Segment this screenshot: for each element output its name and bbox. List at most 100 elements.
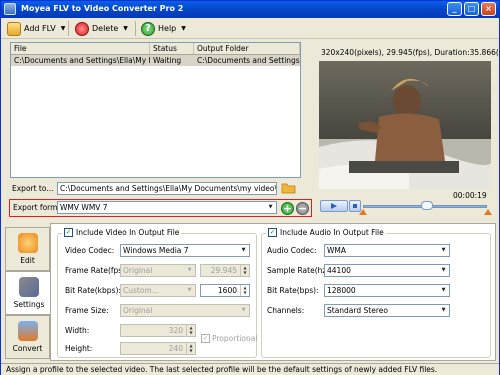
audio-settings-group: ✓ Include Audio In Output File Audio Cod… <box>261 228 491 358</box>
frame-rate-label: Frame Rate(fps): <box>65 266 128 275</box>
export-path-field[interactable]: C:\Documents and Settings\Ella\My Docume… <box>57 182 277 195</box>
app-window: Moyea FLV to Video Converter Pro 2 _ □ ×… <box>0 0 500 375</box>
tab-convert-label: Convert <box>12 344 43 353</box>
chevron-down-icon: ▼ <box>241 307 246 313</box>
frame-rate-mode-select: Original ▼ <box>120 264 196 277</box>
height-value: 240 <box>168 344 183 353</box>
toolbar: Add FLV ▼ Delete ▼ ? Help ▼ <box>1 18 499 39</box>
video-bitrate-mode-select: Custom... ▼ <box>120 284 196 297</box>
frame-rate-mode-value: Original <box>123 266 153 275</box>
video-bitrate-value: 1600 <box>217 286 237 295</box>
maximize-button[interactable]: □ <box>464 2 479 16</box>
width-value: 320 <box>168 326 183 335</box>
video-bitrate-mode-value: Custom... <box>123 286 159 295</box>
export-format-value: WMV WMV 7 <box>60 203 108 212</box>
status-bar: Assign a profile to the selected video. … <box>1 363 499 375</box>
channels-select[interactable]: Standard Stereo ▼ <box>324 304 450 317</box>
video-preview <box>319 61 491 189</box>
include-audio-checkbox[interactable]: ✓ <box>268 228 277 237</box>
help-label: Help <box>158 24 177 33</box>
include-video-toggle[interactable]: ✓ Include Video In Output File <box>62 228 182 237</box>
chevron-down-icon: ▼ <box>441 247 446 253</box>
audio-codec-value: WMA <box>327 246 347 255</box>
channels-label: Channels: <box>267 306 305 315</box>
close-button[interactable]: × <box>481 2 496 16</box>
add-flv-button[interactable]: Add FLV ▼ <box>7 20 65 37</box>
include-video-checkbox[interactable]: ✓ <box>64 228 73 237</box>
column-header-output-folder[interactable]: Output Folder <box>194 43 300 54</box>
sample-rate-label: Sample Rate(hz): <box>267 266 332 275</box>
video-bitrate-label: Bit Rate(kbps): <box>65 286 121 295</box>
chevron-down-icon: ▼ <box>441 287 446 293</box>
chevron-down-icon: ▼ <box>187 287 192 293</box>
video-codec-select[interactable]: Windows Media 7 ▼ <box>120 244 250 257</box>
file-cell: C:\Documents and Settings\Ella\My Doc... <box>14 56 150 65</box>
help-button[interactable]: ? Help ▼ <box>141 20 186 37</box>
width-field: 320 ▲ ▼ <box>120 324 196 337</box>
chevron-down-icon: ▼ <box>60 25 66 32</box>
toolbar-separator <box>68 21 69 36</box>
chevron-down-icon: ▼ <box>441 267 446 273</box>
chevron-down-icon: ▼ <box>441 307 446 313</box>
app-icon <box>4 3 16 15</box>
proportional-label: Proportional <box>212 334 258 343</box>
delete-icon <box>75 21 89 36</box>
chevron-down-icon: ▼ <box>241 247 246 253</box>
browse-folder-button[interactable] <box>281 181 297 195</box>
audio-codec-label: Audio Codec: <box>267 246 317 255</box>
height-label: Height: <box>65 344 93 353</box>
frame-size-select: Original ▼ <box>120 304 250 317</box>
settings-tools-icon <box>19 277 39 297</box>
tab-settings[interactable]: Settings <box>5 271 52 315</box>
audio-bitrate-value: 128000 <box>327 286 356 295</box>
video-bitrate-stepper[interactable]: 1600 ▲ ▼ <box>200 284 250 297</box>
column-header-file[interactable]: File <box>11 43 150 54</box>
frame-rate-value: 29.945 <box>210 266 237 275</box>
chevron-down-icon: ▼ <box>181 25 186 32</box>
frame-rate-value-field: 29.945 ▲ ▼ <box>200 264 250 277</box>
height-field: 240 ▲ ▼ <box>120 342 196 355</box>
video-info-text: 320x240(pixels), 29.945(fps), Duration:3… <box>321 47 500 57</box>
sample-rate-select[interactable]: 44100 ▼ <box>324 264 450 277</box>
spinner-icon[interactable]: ▲ ▼ <box>240 285 249 296</box>
status-cell: Waiting <box>153 56 182 65</box>
frame-size-value: Original <box>123 306 153 315</box>
include-audio-toggle[interactable]: ✓ Include Audio In Output File <box>266 228 386 237</box>
play-icon <box>331 203 337 209</box>
export-to-label: Export to... <box>12 184 54 193</box>
audio-bitrate-select[interactable]: 128000 ▼ <box>324 284 450 297</box>
export-format-select[interactable]: WMV WMV 7 ▼ <box>57 201 277 214</box>
video-settings-group: ✓ Include Video In Output File Video Cod… <box>57 228 258 358</box>
video-frame-image <box>319 61 491 189</box>
player-controls <box>319 200 492 215</box>
help-icon: ? <box>141 21 155 36</box>
minimize-button[interactable]: _ <box>447 2 462 16</box>
proportional-checkbox: ✓ <box>201 334 210 343</box>
table-row[interactable]: C:\Documents and Settings\Ella\My Doc...… <box>11 55 300 66</box>
toolbar-separator <box>135 21 136 36</box>
tab-edit[interactable]: Edit <box>5 227 50 271</box>
audio-codec-select[interactable]: WMA ▼ <box>324 244 450 257</box>
playback-time: 00:00:19 <box>453 191 487 200</box>
title-bar[interactable]: Moyea FLV to Video Converter Pro 2 _ □ × <box>1 1 499 18</box>
frame-size-label: Frame Size: <box>65 306 109 315</box>
sample-rate-value: 44100 <box>327 266 351 275</box>
tab-convert[interactable]: Convert <box>5 315 50 359</box>
width-label: Width: <box>65 326 90 335</box>
spinner-icon: ▲ ▼ <box>186 343 195 354</box>
remove-profile-button[interactable]: − <box>296 202 309 215</box>
column-header-status[interactable]: Status <box>150 43 194 54</box>
add-profile-button[interactable]: + <box>281 202 294 215</box>
trim-end-marker[interactable] <box>484 209 492 215</box>
edit-icon <box>17 233 38 253</box>
delete-button[interactable]: Delete ▼ <box>75 20 128 37</box>
trim-start-marker[interactable] <box>359 209 367 215</box>
file-list[interactable]: File Status Output Folder C:\Documents a… <box>10 42 301 178</box>
include-audio-label: Include Audio In Output File <box>280 228 384 237</box>
play-button[interactable] <box>320 200 348 212</box>
window-title: Moyea FLV to Video Converter Pro 2 <box>21 4 184 13</box>
folder-add-icon <box>7 21 21 36</box>
spinner-icon: ▲ ▼ <box>186 325 195 336</box>
spinner-icon: ▲ ▼ <box>240 265 249 276</box>
seek-thumb[interactable] <box>421 201 434 210</box>
